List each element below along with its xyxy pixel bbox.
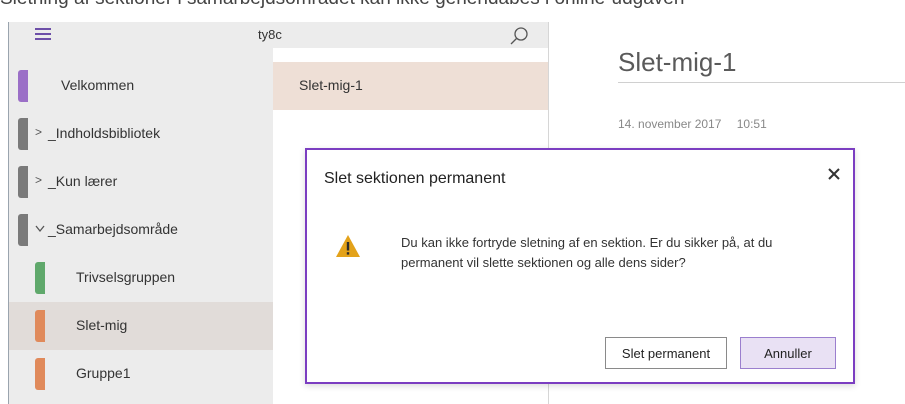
delete-section-dialog: Slet sektionen permanent Du kan ikke for… [305,148,855,384]
section-group-tab [18,214,28,246]
app-left-border [8,22,9,404]
section-label: Velkommen [61,77,135,93]
page-time: 10:51 [736,117,767,131]
warning-icon [336,235,360,257]
section-label: Gruppe1 [76,365,131,381]
page-item-slet-mig-1[interactable]: Slet-mig-1 [273,62,548,110]
section-group-kun-laerer[interactable]: > _Kun lærer [8,158,273,206]
section-label: Slet-mig [76,317,128,333]
close-icon[interactable] [824,164,844,184]
page-date: 14. november 2017 [618,117,722,131]
section-label: Trivselsgruppen [76,269,176,285]
section-color-tab [35,310,45,342]
title-rule [618,82,905,83]
banner-text: Sletning af sektioner i samarbejdsområde… [0,0,684,10]
top-banner: Sletning af sektioner i samarbejdsområde… [0,0,905,22]
section-group-tab [18,118,28,150]
chevron-right-icon: > [35,125,43,139]
section-color-tab [35,262,45,294]
section-item-velkommen[interactable]: Velkommen [8,62,273,110]
section-group-tab [18,166,28,198]
page-meta: 14. november 2017 10:51 [618,117,767,131]
navigation-header [8,22,273,48]
cancel-button[interactable]: Annuller [740,337,836,369]
section-item-slet-mig[interactable]: Slet-mig [8,302,273,350]
section-label: _Samarbejdsområde [48,221,178,237]
search-icon[interactable] [508,25,530,47]
section-group-indholdsbibliotek[interactable]: > _Indholdsbibliotek [8,110,273,158]
section-navigation: Velkommen > _Indholdsbibliotek > _Kun læ… [8,22,273,404]
section-item-trivselsgruppen[interactable]: Trivselsgruppen [8,254,273,302]
notebook-name[interactable]: ty8c [258,27,282,42]
page-list-header [273,22,548,48]
dialog-title: Slet sektionen permanent [324,170,506,187]
section-group-samarbejdsomraade[interactable]: _Samarbejdsområde [8,206,273,254]
section-label: _Indholdsbibliotek [48,125,161,141]
hamburger-icon[interactable] [35,28,51,40]
dialog-message: Du kan ikke fortryde sletning af en sekt… [401,235,773,270]
delete-permanently-button[interactable]: Slet permanent [605,337,727,369]
section-label: _Kun lærer [48,173,118,189]
section-item-gruppe1[interactable]: Gruppe1 [8,350,273,398]
chevron-down-icon [35,225,45,233]
chevron-right-icon: > [35,173,43,187]
section-color-tab [35,358,45,390]
section-color-tab [18,70,28,102]
page-title[interactable]: Slet-mig-1 [618,47,736,78]
page-label: Slet-mig-1 [299,77,363,93]
